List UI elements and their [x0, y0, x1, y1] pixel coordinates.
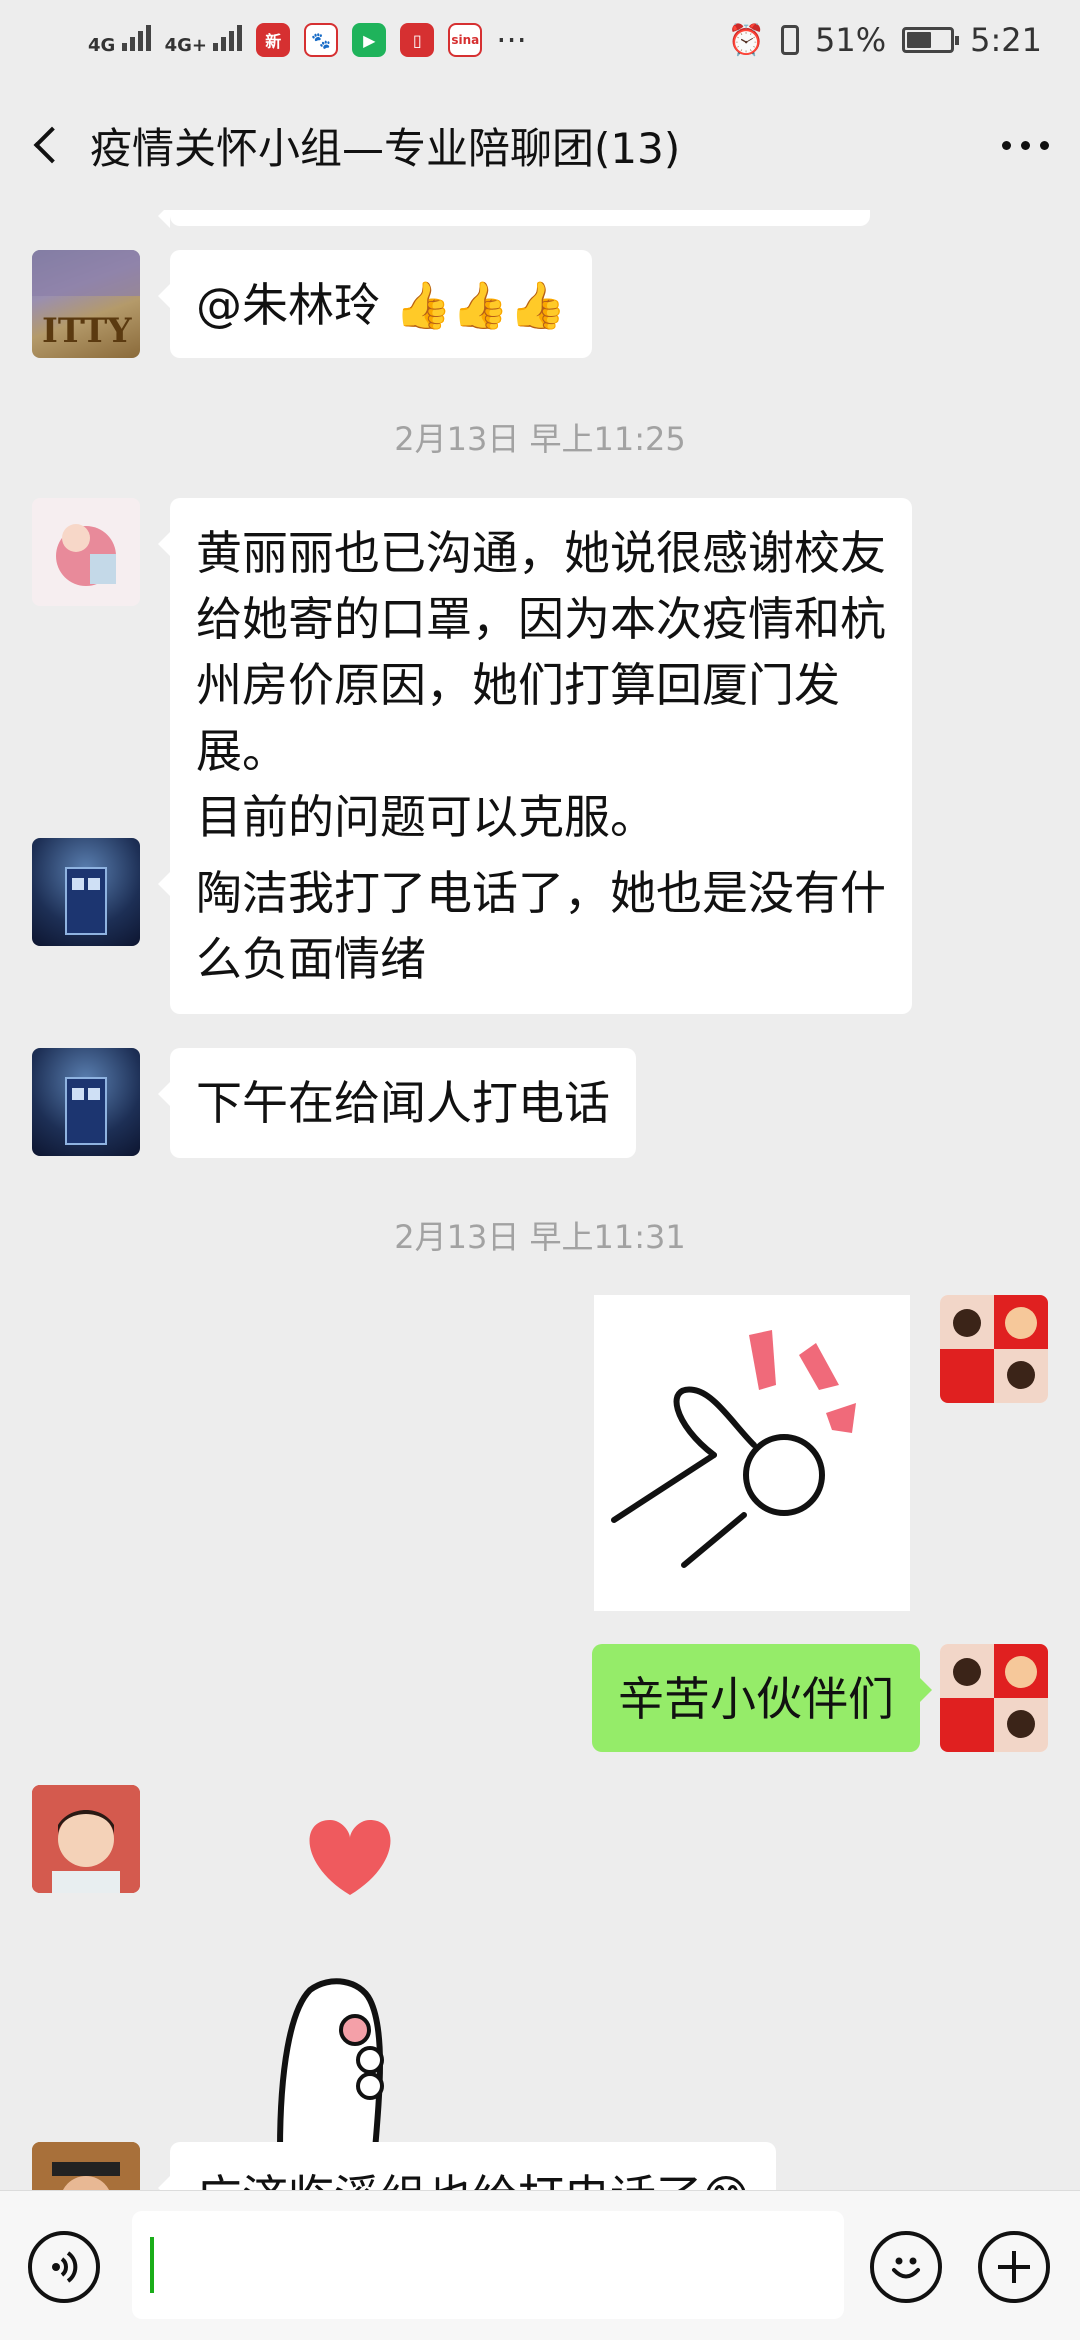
signal-4g-icon: 4G [88, 24, 151, 56]
battery-icon [902, 27, 960, 53]
avatar[interactable] [32, 1785, 140, 1893]
message-input[interactable] [132, 2211, 844, 2319]
message-text: 广济临溪组也给打电话了😊 [196, 2170, 750, 2190]
signal-4g-plus-icon: 4G+ [164, 24, 243, 56]
avatar[interactable] [32, 498, 140, 606]
network-label-1: 4G [88, 34, 116, 56]
chat-header: 疫情关怀小组—专业陪聊团(13) [0, 80, 1080, 210]
status-right: ⏰ 51% 5:21 [728, 21, 1042, 59]
input-bar [0, 2190, 1080, 2340]
reader-app-icon: ▯ [400, 23, 435, 57]
network-label-2: 4G+ [164, 34, 207, 56]
message-bubble[interactable]: 下午在给闻人打电话 [158, 1048, 636, 1158]
more-options-button[interactable] [970, 80, 1080, 210]
status-more: ··· [496, 21, 527, 59]
chevron-left-icon [33, 126, 71, 164]
previous-message-bubble[interactable] [158, 210, 870, 228]
status-bar: 4G 4G+ 新 🐾 ▶ ▯ sina ··· ⏰ 51% 5:21 [0, 0, 1080, 80]
avatar[interactable] [940, 1295, 1048, 1403]
message-line: 么负面情绪 [196, 932, 426, 986]
ok-hand-sticker [611, 1330, 856, 1568]
chat-title: 疫情关怀小组—专业陪聊团(13) [90, 123, 681, 173]
heart-paw-sticker [277, 1820, 391, 2151]
back-button[interactable] [0, 80, 90, 210]
status-time: 5:21 [970, 21, 1042, 59]
more-dots-icon [1001, 140, 1011, 150]
battery-percent: 51% [815, 21, 887, 59]
avatar[interactable] [32, 2142, 140, 2190]
message-text: 下午在给闻人打电话 [196, 1076, 610, 1130]
avatar[interactable] [32, 1048, 140, 1156]
sina-icon: sina [448, 23, 483, 57]
message-bubble[interactable]: 陶洁我打了电话了，她也是没有什 么负面情绪 [158, 838, 912, 1014]
message-bubble-self[interactable]: 辛苦小伙伴们 [592, 1644, 932, 1752]
text-caret [150, 2237, 154, 2293]
message-line: 陶洁我打了电话了，她也是没有什 [196, 866, 886, 920]
avatar[interactable] [32, 838, 140, 946]
plus-icon [998, 2251, 1030, 2283]
message-bubble[interactable]: 广济临溪组也给打电话了😊 [158, 2142, 776, 2190]
message-text: 辛苦小伙伴们 [618, 1672, 894, 1726]
emoji-icon [892, 2257, 920, 2279]
sticker-image[interactable] [594, 1295, 910, 1611]
video-app-icon: ▶ [352, 23, 387, 57]
message-line: 州房价原因，她们打算回厦门发展。 [196, 658, 840, 778]
message-line: 给她寄的口罩，因为本次疫情和杭 [196, 592, 886, 646]
message-text: @朱林玲 👍👍👍 [196, 278, 567, 332]
more-actions-button[interactable] [978, 2231, 1050, 2303]
emoji-button[interactable] [870, 2231, 942, 2303]
message-bubble[interactable]: @朱林玲 👍👍👍 [157, 250, 593, 358]
avatar[interactable]: ITTY [32, 250, 140, 358]
baidu-icon: 🐾 [304, 23, 339, 57]
voice-icon [52, 2251, 78, 2283]
message-bubble[interactable]: 黄丽丽也已沟通，她说很感谢校友 给她寄的口罩，因为本次疫情和杭 州房价原因，她们… [158, 498, 912, 872]
alarm-icon: ⏰ [727, 22, 766, 58]
timestamp: 2月13日 早上11:25 [394, 420, 686, 458]
message-list[interactable]: ITTY @朱林玲 👍👍👍 2月13日 早上11:25 黄丽丽也已沟通，她说很感… [0, 210, 1080, 2190]
svg-text:ITTY: ITTY [42, 311, 132, 351]
timestamp: 2月13日 早上11:31 [394, 1218, 686, 1256]
vibrate-icon [781, 25, 800, 55]
sticker-image[interactable] [260, 1810, 440, 2170]
avatar[interactable] [940, 1644, 1048, 1752]
message-line: 黄丽丽也已沟通，她说很感谢校友 [196, 526, 886, 580]
news-app-icon: 新 [256, 23, 291, 57]
status-left: 4G 4G+ 新 🐾 ▶ ▯ sina ··· [88, 21, 728, 59]
voice-button[interactable] [28, 2231, 100, 2303]
